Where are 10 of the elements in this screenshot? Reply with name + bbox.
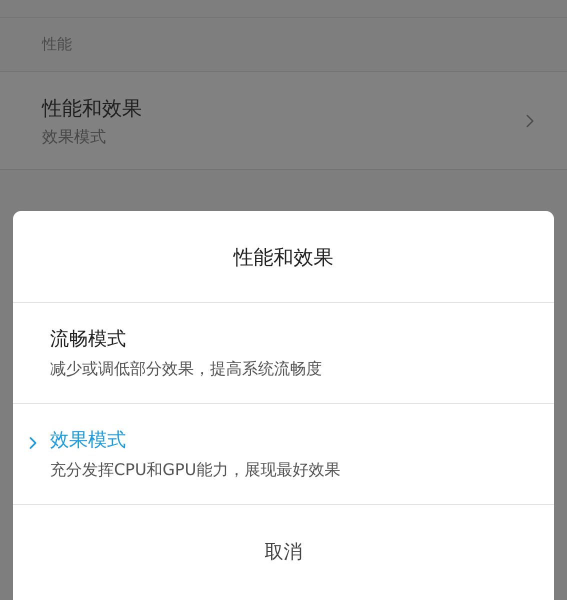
option-description: 充分发挥CPU和GPU能力，展现最好效果 [50, 459, 342, 482]
row-value: 效果模式 [42, 126, 107, 148]
option-title: 流畅模式 [50, 326, 127, 352]
row-title: 性能和效果 [42, 94, 142, 122]
dialog-title: 性能和效果 [234, 244, 334, 270]
option-title: 效果模式 [50, 428, 127, 453]
mode-option[interactable]: 流畅模式 减少或调低部分效果，提高系统流畅度 [13, 303, 554, 404]
cancel-button[interactable]: 取消 [248, 530, 318, 575]
mode-option[interactable]: 效果模式 充分发挥CPU和GPU能力，展现最好效果 [13, 404, 554, 505]
option-description: 减少或调低部分效果，提高系统流畅度 [50, 358, 323, 380]
